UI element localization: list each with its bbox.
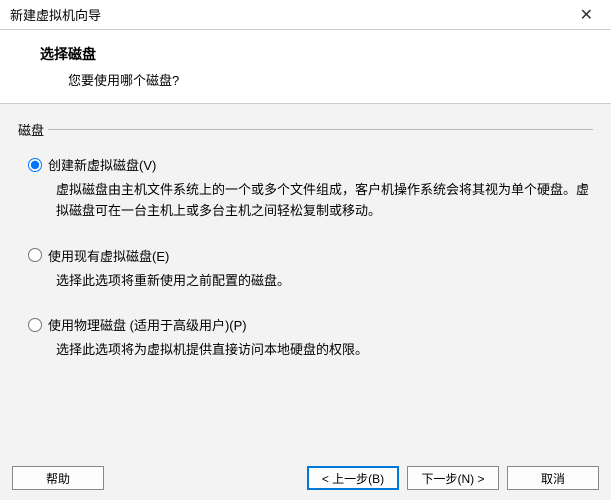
button-bar: 帮助 < 上一步(B) 下一步(N) > 取消 (0, 456, 611, 500)
radio-label-create-new[interactable]: 创建新虚拟磁盘(V) (48, 155, 156, 174)
radio-option-existing: 使用现有虚拟磁盘(E) 选择此选项将重新使用之前配置的磁盘。 (28, 246, 593, 292)
cancel-button[interactable]: 取消 (507, 466, 599, 490)
page-title: 选择磁盘 (40, 44, 601, 64)
radio-row[interactable]: 创建新虚拟磁盘(V) (28, 155, 593, 174)
radio-row[interactable]: 使用物理磁盘 (适用于高级用户)(P) (28, 315, 593, 334)
radio-desc-create-new: 虚拟磁盘由主机文件系统上的一个或多个文件组成，客户机操作系统会将其视为单个硬盘。… (28, 180, 593, 222)
help-button[interactable]: 帮助 (12, 466, 104, 490)
radio-create-new[interactable] (28, 158, 42, 172)
radio-option-create-new: 创建新虚拟磁盘(V) 虚拟磁盘由主机文件系统上的一个或多个文件组成，客户机操作系… (28, 155, 593, 222)
next-button[interactable]: 下一步(N) > (407, 466, 499, 490)
radio-existing[interactable] (28, 248, 42, 262)
back-button[interactable]: < 上一步(B) (307, 466, 399, 490)
close-icon[interactable]: ✕ (572, 3, 601, 27)
window-title: 新建虚拟机向导 (10, 5, 101, 24)
radio-label-existing[interactable]: 使用现有虚拟磁盘(E) (48, 246, 169, 265)
radio-physical[interactable] (28, 318, 42, 332)
radio-desc-existing: 选择此选项将重新使用之前配置的磁盘。 (28, 271, 593, 292)
radio-desc-physical: 选择此选项将为虚拟机提供直接访问本地硬盘的权限。 (28, 340, 593, 361)
radio-option-physical: 使用物理磁盘 (适用于高级用户)(P) 选择此选项将为虚拟机提供直接访问本地硬盘… (28, 315, 593, 361)
radio-label-physical[interactable]: 使用物理磁盘 (适用于高级用户)(P) (48, 315, 247, 334)
disk-radio-group: 创建新虚拟磁盘(V) 虚拟磁盘由主机文件系统上的一个或多个文件组成，客户机操作系… (18, 139, 593, 361)
page-subtitle: 您要使用哪个磁盘? (40, 70, 601, 89)
radio-row[interactable]: 使用现有虚拟磁盘(E) (28, 246, 593, 265)
fieldset-label: 磁盘 (18, 120, 48, 139)
disk-fieldset: 磁盘 创建新虚拟磁盘(V) 虚拟磁盘由主机文件系统上的一个或多个文件组成，客户机… (18, 120, 593, 361)
content-area: 磁盘 创建新虚拟磁盘(V) 虚拟磁盘由主机文件系统上的一个或多个文件组成，客户机… (0, 104, 611, 474)
titlebar: 新建虚拟机向导 ✕ (0, 0, 611, 30)
wizard-header: 选择磁盘 您要使用哪个磁盘? (0, 30, 611, 104)
fieldset-divider (18, 129, 593, 130)
